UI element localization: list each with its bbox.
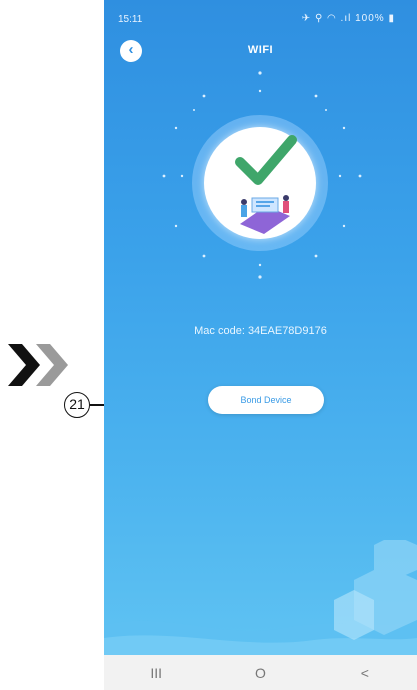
- phone-screen: 15:11 ✈ ⚲ ◠ .ıl 100% ▮ ‹ WIFI Mac code: …: [104, 0, 417, 690]
- mac-code-label: Mac code: 34EAE78D9176: [194, 325, 327, 337]
- home-button[interactable]: O: [230, 665, 290, 681]
- recent-apps-button[interactable]: III: [126, 665, 186, 681]
- bond-device-button[interactable]: Bond Device: [208, 386, 324, 414]
- nav-back-button[interactable]: <: [335, 665, 395, 681]
- android-nav-bar: III O <: [104, 655, 417, 690]
- decorative-background-shapes: [104, 540, 417, 655]
- double-chevron-icon: [8, 344, 68, 386]
- people-illustration-icon: [240, 195, 290, 234]
- callout-number: 21: [64, 392, 90, 418]
- checkmark-icon: [235, 135, 297, 185]
